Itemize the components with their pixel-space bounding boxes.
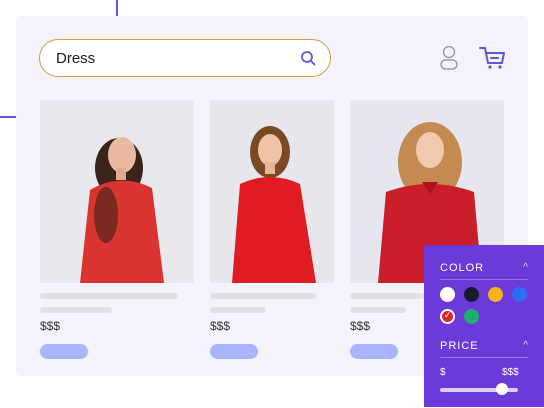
price-slider-thumb[interactable] (496, 383, 509, 395)
swatch-blue[interactable] (512, 287, 527, 302)
product-image[interactable] (40, 100, 194, 283)
placeholder-line (350, 307, 406, 313)
product-card[interactable]: $$$ (210, 100, 334, 359)
placeholder-line (350, 293, 424, 299)
swatch-red[interactable]: ✓ (440, 309, 455, 324)
swatch-green[interactable] (464, 309, 479, 324)
chevron-up-icon[interactable]: ^ (523, 340, 528, 351)
placeholder-line (210, 293, 316, 299)
search-input[interactable]: Dress (56, 50, 95, 67)
placeholder-line (210, 307, 266, 313)
dress-shape (80, 180, 164, 283)
search-icon[interactable] (300, 50, 316, 66)
chevron-up-icon[interactable]: ^ (523, 262, 528, 273)
price-min-label: $ (440, 367, 446, 378)
swatch-white[interactable] (440, 287, 455, 302)
product-price: $$$ (350, 319, 371, 333)
cart-icon[interactable] (478, 45, 506, 71)
product-price: $$$ (210, 319, 231, 333)
filter-panel: COLOR ^ ✓ PRICE ^ $ $$$ (424, 245, 544, 407)
add-to-cart-button[interactable] (350, 344, 398, 359)
color-filter-title[interactable]: COLOR (440, 262, 484, 274)
product-card[interactable]: $$$ (40, 100, 194, 359)
price-max-label: $$$ (502, 367, 519, 378)
divider (440, 357, 528, 358)
divider (440, 279, 528, 280)
placeholder-line (40, 307, 112, 313)
search-bar[interactable]: Dress (39, 39, 331, 77)
product-price: $$$ (40, 319, 61, 333)
price-filter-title[interactable]: PRICE (440, 340, 479, 352)
product-image[interactable] (210, 100, 334, 283)
add-to-cart-button[interactable] (40, 344, 88, 359)
add-to-cart-button[interactable] (210, 344, 258, 359)
user-icon[interactable] (438, 45, 460, 71)
swatch-black[interactable] (464, 287, 479, 302)
placeholder-line (40, 293, 178, 299)
check-icon: ✓ (443, 310, 452, 320)
swatch-yellow[interactable] (488, 287, 503, 302)
